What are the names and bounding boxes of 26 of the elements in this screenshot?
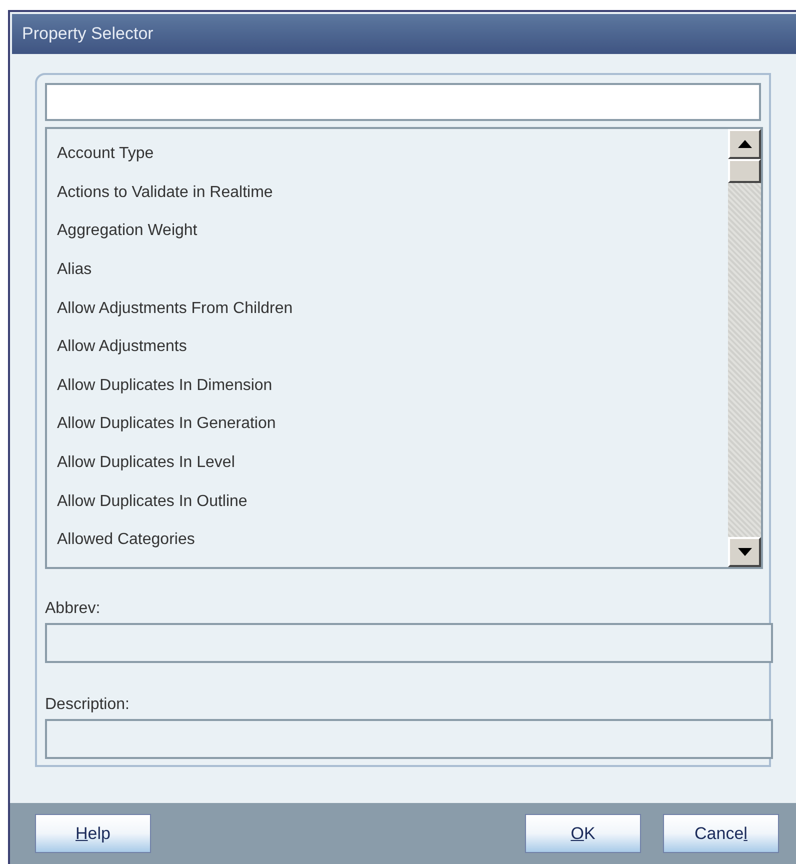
scroll-up-button[interactable] [728,129,761,159]
scroll-thumb[interactable] [728,159,761,183]
window-title: Property Selector [22,23,154,46]
list-item[interactable]: Allow Duplicates In Generation [57,412,276,436]
list-item[interactable]: Aggregation Weight [57,219,198,244]
field-label: Description: [45,696,130,713]
list-item[interactable]: Account Type [57,142,154,166]
list-item[interactable]: Alias [57,258,92,282]
list-item[interactable]: Allow Duplicates In Outline [57,490,248,514]
list-item[interactable]: Allow Duplicates In Dimension [57,374,272,398]
field-label: Abbrev: [45,600,100,617]
up-arrow-icon [738,140,752,148]
down-arrow-icon [738,548,752,556]
scroll-down-button[interactable] [728,537,761,567]
text-field[interactable] [45,623,773,663]
list-item[interactable]: Allow Adjustments From Children [57,296,293,321]
scrollbar[interactable] [728,129,761,567]
list-item[interactable]: Allowed Categories [57,528,195,552]
list-item[interactable]: Allow Adjustments [57,335,187,360]
list-item[interactable]: Allow Duplicates In Level [57,451,235,476]
dialog-button[interactable]: Cancel [663,814,779,853]
list-item[interactable]: Actions to Validate in Realtime [57,180,273,205]
search-field[interactable] [45,83,761,121]
text-field[interactable] [45,719,773,759]
dialog-button[interactable]: OK [525,814,641,853]
dialog-button[interactable]: Help [35,814,151,853]
